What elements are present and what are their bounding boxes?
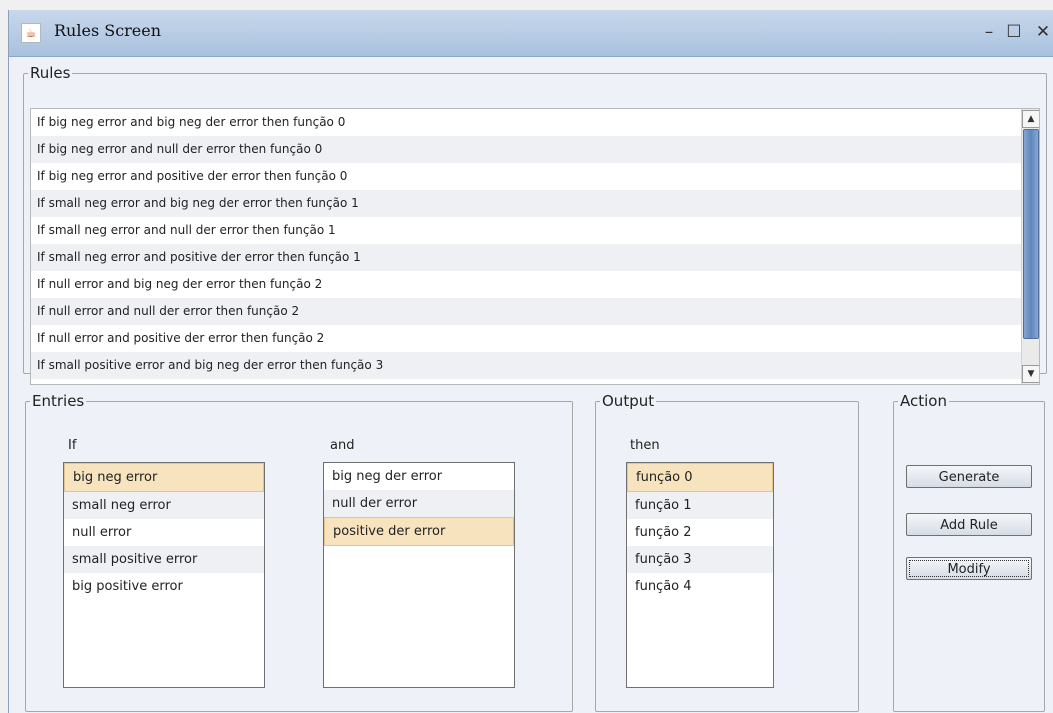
if-list-item[interactable]: big neg error (64, 463, 264, 492)
if-label: If (68, 438, 77, 453)
rules-legend: Rules (30, 64, 71, 82)
if-list-item[interactable]: null error (64, 519, 264, 546)
output-list-item[interactable]: função 0 (627, 463, 773, 492)
output-list-item[interactable]: função 2 (627, 519, 773, 546)
if-list-item[interactable]: big positive error (64, 573, 264, 600)
if-list-item[interactable]: small neg error (64, 492, 264, 519)
rules-group: Rules If big neg error and big neg der e… (23, 64, 1047, 385)
maximize-icon[interactable]: ☐ (1004, 22, 1024, 42)
rule-row[interactable]: If null error and positive der error the… (31, 325, 1039, 352)
entries-group: Entries If and big neg error small neg er… (25, 392, 573, 712)
output-list-item[interactable]: função 1 (627, 492, 773, 519)
output-group: Output then função 0 função 1 função 2 funç… (595, 392, 859, 712)
add-rule-button[interactable]: Add Rule (906, 513, 1032, 536)
rule-row[interactable]: If small neg error and big neg der error… (31, 190, 1039, 217)
output-legend: Output (602, 392, 655, 410)
if-list-item[interactable]: small positive error (64, 546, 264, 573)
rules-scrollbar[interactable]: ▲ ▼ (1021, 109, 1039, 384)
generate-button[interactable]: Generate (906, 465, 1032, 488)
rules-list[interactable]: If big neg error and big neg der error t… (30, 108, 1040, 385)
rule-row[interactable]: If big neg error and positive der error … (31, 163, 1039, 190)
and-listbox[interactable]: big neg der error null der error positive … (323, 462, 515, 688)
title-bar[interactable]: ☕ Rules Screen – ☐ ✕ (9, 10, 1053, 57)
rules-screen-window: ☕ Rules Screen – ☐ ✕ Rules If big neg er… (8, 10, 1053, 713)
modify-button[interactable]: Modify (906, 557, 1032, 580)
scroll-down-icon[interactable]: ▼ (1022, 365, 1039, 383)
and-list-item[interactable]: positive der error (324, 517, 514, 546)
output-listbox[interactable]: função 0 função 1 função 2 função 3 função 4 (626, 462, 774, 688)
rule-row[interactable]: If big neg error and null der error then… (31, 136, 1039, 163)
if-listbox[interactable]: big neg error small neg error null error sm… (63, 462, 265, 688)
then-label: then (630, 438, 660, 453)
output-list-item[interactable]: função 3 (627, 546, 773, 573)
window-title: Rules Screen (54, 21, 162, 40)
scroll-up-icon[interactable]: ▲ (1022, 110, 1039, 128)
java-cup-icon: ☕ (21, 23, 41, 43)
minimize-icon[interactable]: – (979, 22, 999, 42)
close-icon[interactable]: ✕ (1033, 22, 1053, 42)
rule-row[interactable]: If null error and big neg der error then… (31, 271, 1039, 298)
action-legend: Action (900, 392, 947, 410)
and-list-item[interactable]: big neg der error (324, 463, 514, 490)
rule-row[interactable]: If null error and null der error then fu… (31, 298, 1039, 325)
rule-row[interactable]: If small positive error and big neg der … (31, 352, 1039, 379)
rule-row[interactable]: If big neg error and big neg der error t… (31, 109, 1039, 136)
scroll-thumb[interactable] (1023, 129, 1039, 339)
and-label: and (330, 438, 355, 453)
action-group: Action Generate Add Rule Modify (893, 392, 1045, 712)
rule-row[interactable]: If small neg error and positive der erro… (31, 244, 1039, 271)
output-list-item[interactable]: função 4 (627, 573, 773, 600)
and-list-item[interactable]: null der error (324, 490, 514, 517)
rule-row[interactable]: If small neg error and null der error th… (31, 217, 1039, 244)
entries-legend: Entries (32, 392, 85, 410)
